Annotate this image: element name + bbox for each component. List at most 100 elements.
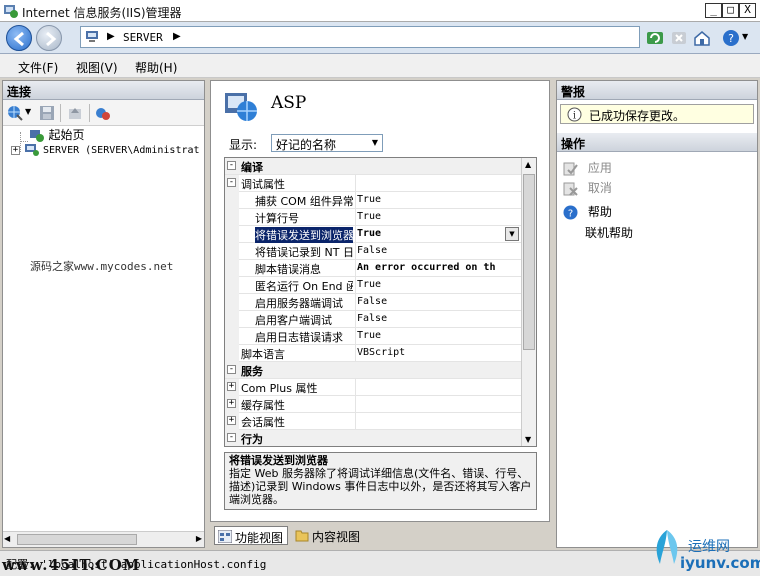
property-value[interactable]: An error occurred on th: [357, 262, 517, 273]
help-dropdown-icon[interactable]: ▼: [742, 32, 748, 41]
property-value[interactable]: False: [357, 296, 517, 307]
window-title: Internet 信息服务(IIS)管理器: [22, 6, 182, 20]
property-name: 计算行号: [255, 212, 299, 225]
maximize-button[interactable]: □: [722, 3, 739, 18]
forward-button[interactable]: [36, 25, 62, 51]
address-bar[interactable]: ▶ SERVER ▶: [80, 26, 640, 48]
stop-icon[interactable]: [670, 29, 688, 47]
property-row[interactable]: + 缓存属性: [225, 396, 522, 413]
tab-features-view[interactable]: 功能视图: [214, 526, 289, 545]
refresh-icon[interactable]: [646, 29, 664, 47]
menu-file[interactable]: 文件(F): [18, 59, 58, 76]
collapse-icon[interactable]: -: [227, 365, 236, 374]
scroll-down-icon[interactable]: ▼: [525, 435, 531, 444]
watermark-logo-icon: [656, 530, 678, 564]
action-label: 应用: [587, 161, 612, 175]
vertical-scrollbar[interactable]: ▲ ▼: [521, 158, 536, 446]
property-value[interactable]: VBScript: [357, 347, 517, 358]
expand-icon[interactable]: +: [227, 399, 236, 408]
value-dropdown-icon[interactable]: ▼: [505, 227, 519, 241]
cancel-action[interactable]: 取消: [563, 179, 612, 196]
property-row[interactable]: 计算行号 True: [225, 209, 522, 226]
grid-gutter: [225, 226, 239, 243]
apply-icon: [563, 162, 578, 175]
scroll-left-icon[interactable]: ◀: [4, 534, 10, 543]
menu-bar: 文件(F) 视图(V) 帮助(H): [0, 54, 760, 78]
collapse-icon[interactable]: -: [227, 161, 236, 170]
features-view-icon: [218, 530, 232, 543]
horizontal-scrollbar[interactable]: ◀ ▶: [3, 531, 204, 547]
property-value[interactable]: True: [357, 279, 517, 290]
collapse-icon[interactable]: -: [227, 433, 236, 442]
property-row[interactable]: 脚本错误消息 An error occurred on th: [225, 260, 522, 277]
property-category[interactable]: - 编译: [225, 158, 522, 175]
property-category[interactable]: - 服务: [225, 362, 522, 379]
property-name: 捕获 COM 组件异常: [255, 195, 353, 208]
alert-message: i 已成功保存更改。: [560, 104, 754, 124]
connect-dropdown-icon[interactable]: ▼: [25, 107, 31, 116]
tab-content-view[interactable]: 内容视图: [292, 526, 364, 545]
property-name: Com Plus 属性: [241, 382, 318, 395]
save-icon[interactable]: [39, 105, 55, 121]
menu-help[interactable]: 帮助(H): [135, 59, 177, 76]
grid-separator: [355, 277, 356, 294]
apply-action[interactable]: 应用: [563, 159, 612, 176]
property-value[interactable]: True: [357, 228, 517, 239]
breadcrumb-server[interactable]: SERVER: [123, 31, 163, 44]
collapse-icon[interactable]: -: [227, 178, 236, 187]
scroll-right-icon[interactable]: ▶: [196, 534, 202, 543]
grid-separator: [355, 260, 356, 277]
grid-gutter: [225, 311, 239, 328]
expand-icon[interactable]: +: [227, 416, 236, 425]
property-name: 将错误发送到浏览器: [255, 227, 353, 243]
minimize-button[interactable]: _: [705, 3, 722, 18]
property-row[interactable]: 启用服务器端调试 False: [225, 294, 522, 311]
grid-gutter: [225, 192, 239, 209]
disconnect-icon[interactable]: [95, 105, 111, 121]
property-row[interactable]: - 调试属性: [225, 175, 522, 192]
property-row[interactable]: 启用日志错误请求 True: [225, 328, 522, 345]
description-title: 将错误发送到浏览器: [229, 454, 328, 467]
help-icon[interactable]: ?: [722, 29, 740, 47]
expand-icon[interactable]: +: [227, 382, 236, 391]
property-value[interactable]: True: [357, 194, 517, 205]
property-row[interactable]: 匿名运行 On End 函 True: [225, 277, 522, 294]
tree-item-start-page[interactable]: 起始页: [29, 126, 85, 143]
back-button[interactable]: [6, 25, 32, 51]
close-button[interactable]: X: [739, 3, 756, 18]
grid-separator: [355, 226, 356, 243]
property-name: 脚本错误消息: [255, 263, 321, 276]
breadcrumb-arrow-icon[interactable]: ▶: [173, 31, 181, 42]
display-mode-select[interactable]: 好记的名称 ▼: [271, 134, 383, 152]
menu-view[interactable]: 视图(V): [76, 59, 118, 76]
property-value[interactable]: True: [357, 211, 517, 222]
tree-item-server[interactable]: + SERVER (SERVER\Administrat: [11, 143, 200, 157]
property-value[interactable]: False: [357, 313, 517, 324]
property-grid[interactable]: - 编译 - 调试属性 捕获 COM 组件异常 True 计算行号 True 将错误发送到浏览器…: [224, 157, 537, 447]
property-row[interactable]: 脚本语言 VBScript: [225, 345, 522, 362]
up-level-icon[interactable]: [67, 105, 83, 121]
scroll-thumb[interactable]: [523, 174, 535, 350]
connect-globe-icon[interactable]: [7, 105, 23, 121]
property-category[interactable]: - 行为: [225, 430, 522, 446]
property-row[interactable]: + Com Plus 属性: [225, 379, 522, 396]
help-action[interactable]: ? 帮助: [563, 203, 612, 220]
property-row[interactable]: 捕获 COM 组件异常 True: [225, 192, 522, 209]
tree-expander-icon[interactable]: +: [11, 145, 20, 155]
online-help-action[interactable]: 联机帮助: [585, 224, 633, 241]
property-row[interactable]: 将错误记录到 NT 日 False: [225, 243, 522, 260]
property-value[interactable]: True: [357, 330, 517, 341]
grid-gutter: [225, 328, 239, 345]
alerts-header: 警报: [557, 81, 757, 100]
home-icon[interactable]: [693, 29, 711, 47]
grid-separator: [355, 396, 356, 413]
property-row[interactable]: + 会话属性: [225, 413, 522, 430]
property-name: 脚本语言: [241, 348, 285, 361]
scroll-thumb[interactable]: [17, 534, 137, 545]
property-row[interactable]: 将错误发送到浏览器 True ▼: [225, 226, 522, 243]
grid-gutter: [225, 243, 239, 260]
computer-icon: [86, 31, 98, 42]
property-value[interactable]: False: [357, 245, 517, 256]
scroll-up-icon[interactable]: ▲: [525, 160, 531, 169]
property-row[interactable]: 启用客户端调试 False: [225, 311, 522, 328]
